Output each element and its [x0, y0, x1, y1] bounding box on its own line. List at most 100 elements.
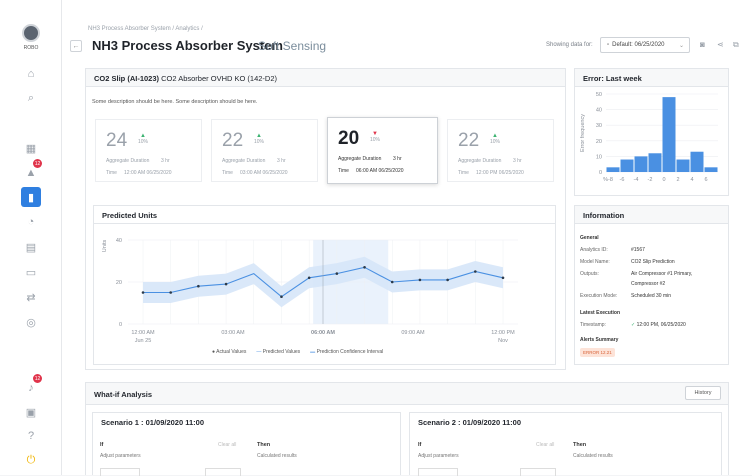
dashboard-icon[interactable]: ▦ [21, 138, 41, 158]
home-icon[interactable]: ⌂ [21, 64, 41, 84]
whatif-header: What-if Analysis [86, 383, 728, 405]
x-tick-label: 2 [676, 177, 679, 183]
kpi-agg-label: Aggregate Duration [222, 158, 266, 164]
actual-point [169, 291, 172, 294]
kpi-delta: ▼ 10% [370, 131, 380, 143]
back-button[interactable]: ← [70, 40, 82, 52]
histogram-bar [690, 151, 704, 172]
date-value: Default: 06/25/2020 [612, 42, 665, 48]
kpi-agg-value: 3 hr [161, 158, 170, 164]
actual-point [501, 276, 505, 280]
x-tick-label: 06:00 AM [311, 330, 335, 336]
chevron-down-icon: ⌄ [678, 42, 684, 49]
kpi-card[interactable]: 22 ▲ 10% Aggregate Duration 3 hr Time 03:… [211, 119, 318, 182]
histogram-bar [662, 97, 676, 172]
clear-all-button[interactable]: Clear all [218, 442, 236, 448]
scenario-if: If [100, 442, 104, 448]
breadcrumb-page[interactable]: Analytics [175, 26, 199, 32]
x-tick-label: 12:00 PM [491, 330, 515, 336]
alert-icon[interactable]: ▲ 12 [21, 159, 42, 183]
sensor-card-header: CO2 Slip (AI-1023) CO2 Absorber OVHD KO … [86, 69, 565, 87]
info-label: Model Name: [580, 259, 610, 265]
kpi-time-label: Time [458, 170, 469, 176]
scenario-card: Scenario 1 : 01/09/2020 11:00 [92, 412, 401, 475]
avatar[interactable] [22, 24, 40, 42]
alert-badge: 12 [33, 159, 42, 168]
sensor-title-rest: CO2 Absorber OVHD KO (142-D2) [161, 74, 277, 83]
calendar-icon: ▫ [607, 42, 610, 48]
signal-icon[interactable]: ◎ [21, 312, 41, 332]
histogram-bar [648, 153, 662, 172]
y-tick-label: 10 [596, 154, 602, 160]
info-timestamp-value: ✓ 12:00 PM, 06/25/2020 [631, 322, 686, 328]
share-icon[interactable]: ⋖ [717, 40, 724, 49]
bell-icon[interactable]: ♪ 12 [21, 374, 42, 398]
scenario-title: Scenario 2 : 01/09/2020 11:00 [418, 418, 521, 427]
document-icon[interactable]: ▤ [21, 237, 41, 257]
network-icon[interactable]: ⇄ [21, 287, 41, 307]
kpi-delta: ▲ 10% [138, 133, 148, 145]
y-tick-label: 40 [116, 238, 122, 244]
x-tick-label: 6 [704, 177, 707, 183]
y-tick-label: 40 [596, 108, 602, 114]
settings-icon[interactable]: ▣ [21, 402, 41, 422]
kpi-value: 24 [106, 130, 128, 151]
kpi-value: 22 [458, 130, 480, 151]
page-title: NH3 Process Absorber System [92, 38, 283, 53]
info-general: General [580, 235, 599, 241]
analytics-icon[interactable]: ▮ [21, 187, 41, 207]
expand-icon[interactable]: ⧉ [733, 40, 739, 50]
camera-icon[interactable]: ◙ [700, 40, 705, 49]
info-label: Execution Mode: [580, 293, 618, 299]
info-label: Outputs: [580, 271, 599, 277]
monitor-icon[interactable]: ▭ [21, 262, 41, 282]
power-icon[interactable]: ⏻ [21, 450, 41, 470]
scenario-adjust: Adjust parameters [418, 453, 459, 459]
alert-pill[interactable]: ERROR 12.21 [580, 348, 615, 357]
kpi-time-value: 12:00 AM 06/25/2020 [124, 170, 172, 176]
search-icon[interactable]: ⌕ [21, 88, 41, 108]
history-button[interactable]: History [685, 386, 721, 400]
kpi-card[interactable]: 22 ▲ 10% Aggregate Duration 3 hr Time 12:… [447, 119, 554, 182]
info-value: #1567 [631, 247, 645, 253]
x-tick-label: -2 [648, 177, 653, 183]
error-histogram: Error frequency 0 10 20 30 40 50 %-8 -6 -4 -2 0 2 4 6 [580, 92, 718, 183]
info-value: CO2 Slip Prediction [631, 259, 675, 265]
error-title: Error: Last week [583, 74, 642, 83]
date-select[interactable]: ▫ Default: 06/25/2020 ⌄ [600, 37, 690, 53]
kpi-delta: ▲ 10% [254, 133, 264, 145]
chart-legend: ● Actual Values — Predicted Values ▬ Pre… [212, 349, 383, 355]
info-title: Information [583, 211, 625, 220]
x-tick-label: 0 [662, 177, 665, 183]
pie-icon[interactable]: ◔ [21, 212, 41, 232]
breadcrumb-root[interactable]: NH3 Process Absorber System [88, 26, 171, 32]
kpi-time-value: 12:00 PM 06/25/2020 [476, 170, 524, 176]
kpi-card[interactable]: 24 ▲ 10% Aggregate Duration 3 hr Time 12:… [95, 119, 202, 182]
kpi-delta-value: 10% [490, 139, 501, 145]
kpi-time-value: 03:00 AM 06/25/2020 [240, 170, 288, 176]
x-tick-label: 03:00 AM [221, 330, 245, 336]
info-alerts: Alerts Summary [580, 337, 619, 343]
actual-point [446, 278, 449, 282]
kpi-agg-label: Aggregate Duration [338, 156, 382, 162]
actual-point [335, 272, 339, 275]
actual-point [474, 270, 477, 273]
kpi-agg-label: Aggregate Duration [458, 158, 502, 164]
help-icon[interactable]: ? [21, 426, 41, 446]
scenario-calc: Calculated results [257, 453, 297, 459]
x-tick-label: -6 [620, 177, 625, 183]
y-tick-label: 0 [119, 322, 122, 328]
predicted-card-header: Predicted Units [94, 206, 555, 224]
clear-all-button[interactable]: Clear all [536, 442, 554, 448]
scenario-then: Then [573, 442, 587, 448]
kpi-agg-value: 3 hr [393, 156, 402, 162]
y-tick-label: 20 [116, 280, 122, 286]
actual-point [363, 266, 366, 269]
scenario-card: Scenario 2 : 01/09/2020 11:00 [409, 412, 722, 475]
legend-actual: ● Actual Values [212, 349, 247, 355]
sensor-title: CO2 Slip (AI-1023) [94, 74, 160, 83]
x-tick-label: 12:00 AM [131, 330, 155, 336]
predicted-units-chart: Units 0 20 40 12:00 AM Jun 25 03:00 AM 06:00 AM… [102, 238, 518, 344]
histogram-bar [620, 159, 634, 172]
kpi-card-selected[interactable]: 20 ▼ 10% Aggregate Duration 3 hr Time 06:… [327, 117, 438, 184]
